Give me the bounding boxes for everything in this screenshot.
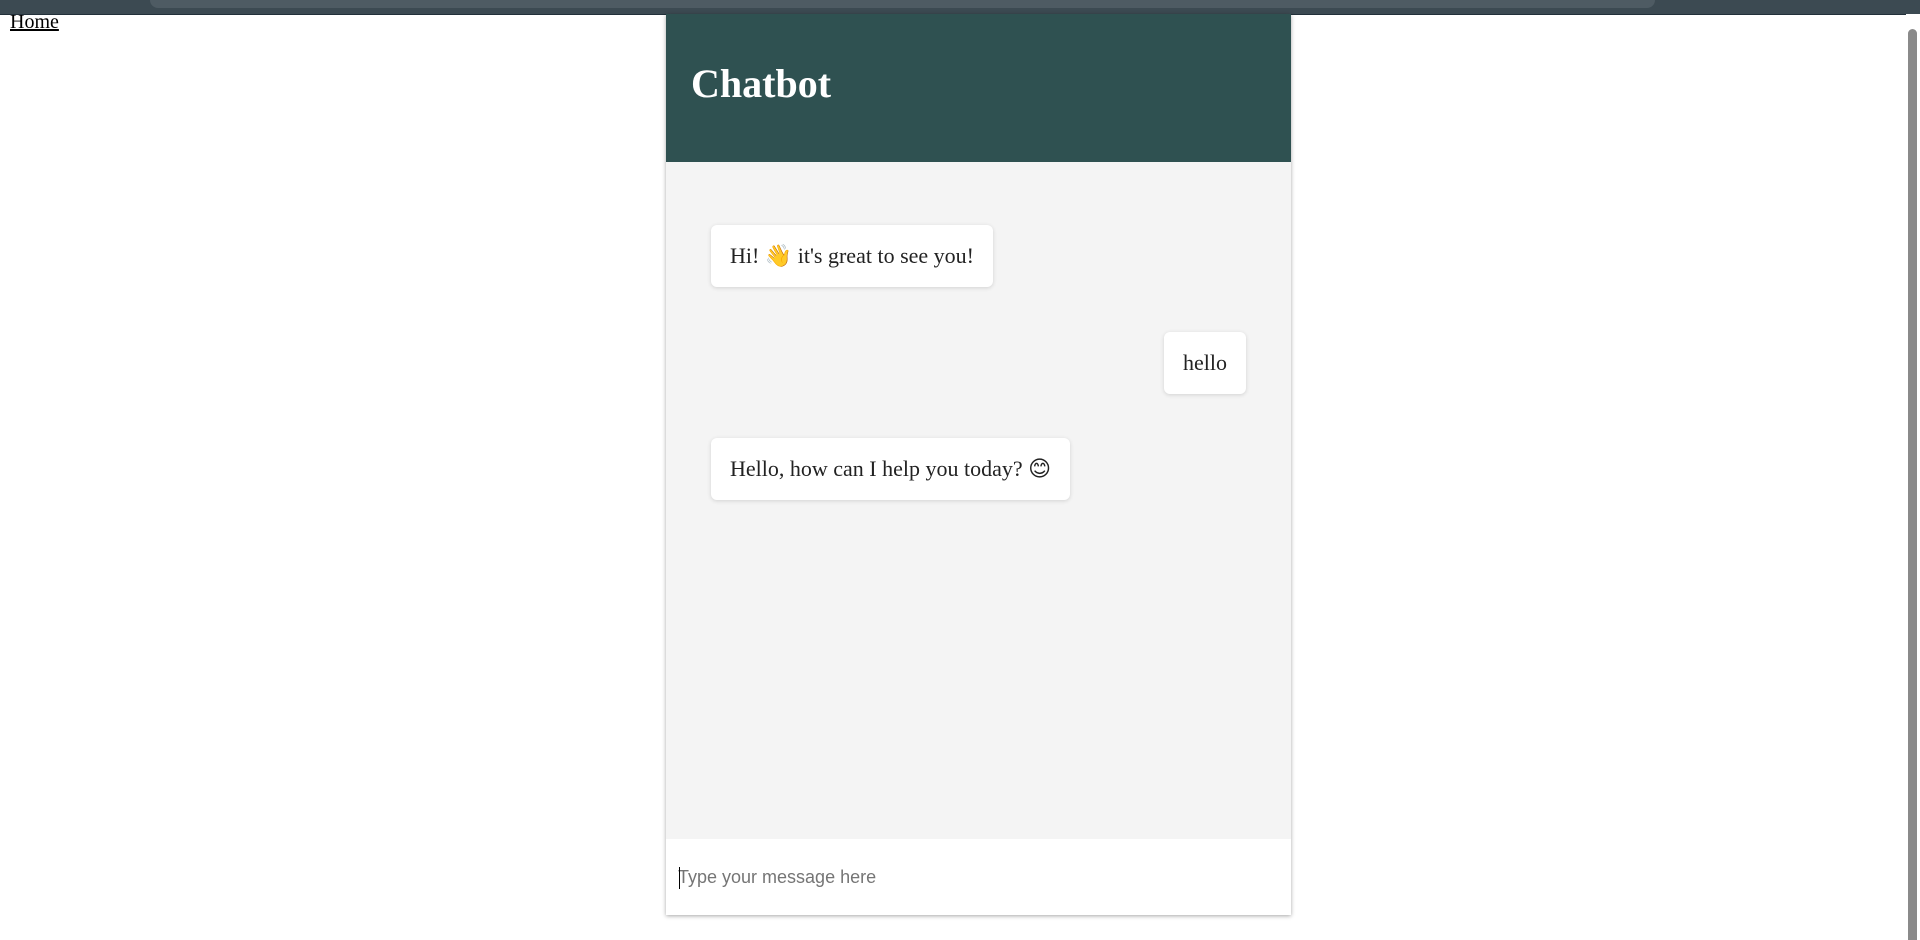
- message-text: it's great to see you!: [792, 243, 974, 268]
- browser-top-strip: [0, 0, 1920, 15]
- bot-message: Hello, how can I help you today? 😊: [711, 438, 1071, 500]
- page-scrollbar[interactable]: [1906, 14, 1920, 940]
- smiling-face-icon: 😊: [1028, 457, 1052, 482]
- chat-title: Chatbot: [691, 61, 832, 106]
- user-message: hello: [1164, 332, 1246, 394]
- bot-message: Hi! 👋 it's great to see you!: [711, 225, 993, 287]
- scrollbar-thumb[interactable]: [1908, 29, 1917, 940]
- message-text: Hello, how can I help you today?: [730, 456, 1029, 481]
- message-input-bar: [666, 839, 1291, 915]
- message-text: hello: [1183, 350, 1227, 375]
- message-text: Hi!: [730, 243, 765, 268]
- message-list: Hi! 👋 it's great to see you! hello Hello…: [666, 162, 1291, 839]
- message-input[interactable]: [678, 857, 1278, 897]
- waving-hand-icon: 👋: [764, 244, 793, 269]
- text-caret: [679, 867, 680, 889]
- chat-header: Chatbot: [666, 14, 1291, 162]
- chat-panel: Chatbot Hi! 👋 it's great to see you! hel…: [666, 14, 1291, 915]
- home-link[interactable]: Home: [10, 11, 59, 34]
- browser-top-strip-tab: [150, 0, 1655, 8]
